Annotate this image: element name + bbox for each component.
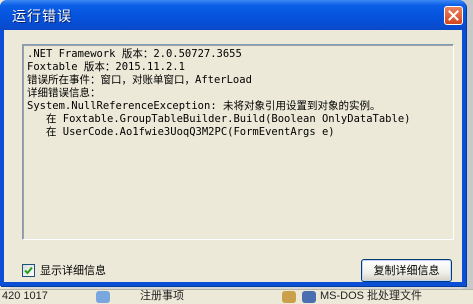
error-line: 错误所在事件：窗口，对账单窗口，AfterLoad	[27, 74, 252, 86]
error-line: .NET Framework 版本：2.0.50727.3655	[27, 48, 242, 60]
show-details-checkbox[interactable]	[22, 263, 35, 277]
taskbar-text-right: MS-DOS 批处理文件	[320, 290, 423, 302]
show-details-option[interactable]: 显示详细信息	[22, 262, 106, 278]
error-line: 详细错误信息：	[27, 87, 101, 99]
dialog-body: .NET Framework 版本：2.0.50727.3655 Foxtabl…	[4, 30, 462, 282]
check-icon	[24, 266, 33, 274]
background-taskbar: 420 1017 注册事项 MS-DOS 批处理文件	[0, 289, 473, 304]
error-dialog: 运行错误 .NET Framework 版本：2.0.50727.3655 Fo…	[0, 0, 466, 286]
error-line: 在 Foxtable.GroupTableBuilder.Build(Boole…	[27, 113, 411, 125]
file-icon	[96, 291, 110, 303]
title-bar[interactable]: 运行错误	[0, 0, 466, 30]
show-details-label[interactable]: 显示详细信息	[40, 262, 106, 278]
error-line: System.NullReferenceException: 未将对象引用设置到…	[27, 100, 381, 112]
taskbar-text-left: 420 1017	[2, 290, 48, 302]
copy-details-button[interactable]: 复制详细信息	[361, 259, 452, 282]
taskbar-text-mid: 注册事项	[140, 290, 184, 302]
error-line: Foxtable 版本：2015.11.2.1	[27, 61, 185, 73]
folder-icon	[282, 291, 296, 303]
batch-file-icon	[302, 291, 316, 303]
error-line: 在 UserCode.Ao1fwie3UoqQ3M2PC(FormEventAr…	[27, 126, 335, 138]
close-icon	[448, 10, 459, 21]
error-details-textbox[interactable]: .NET Framework 版本：2.0.50727.3655 Foxtabl…	[22, 44, 454, 240]
dialog-title: 运行错误	[12, 9, 72, 25]
close-button[interactable]	[444, 6, 463, 25]
